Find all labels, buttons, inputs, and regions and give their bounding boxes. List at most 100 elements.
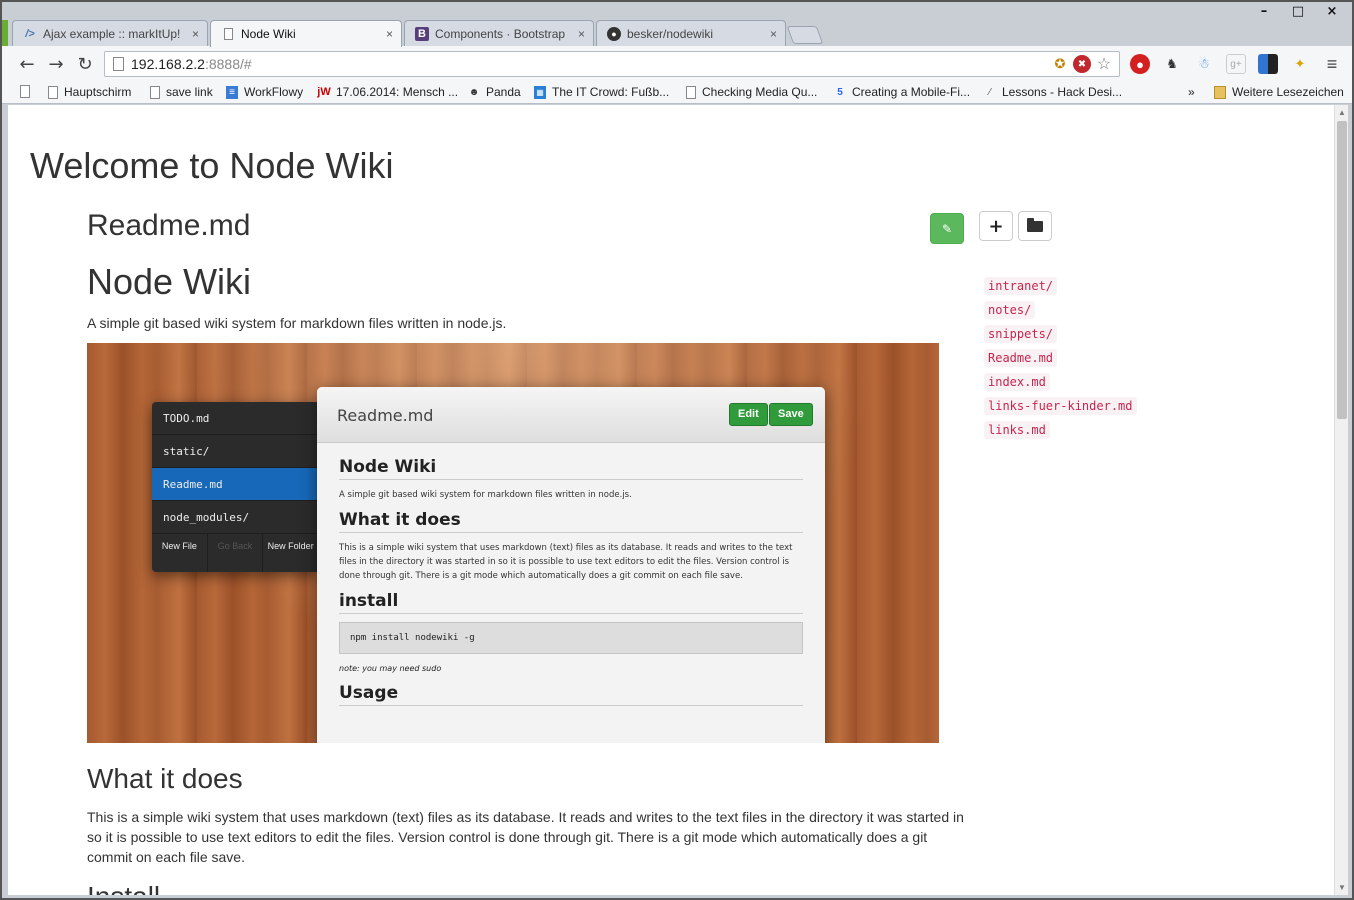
tab-node-wiki[interactable]: Node Wiki × [210, 20, 402, 47]
file-list: intranet/ notes/ snippets/ Readme.md ind… [984, 277, 1137, 445]
bookmark-item[interactable]: save link [150, 85, 213, 99]
forward-button[interactable]: → [45, 54, 67, 75]
menu-icon[interactable]: ≡ [1322, 54, 1342, 74]
bookmarks-bar: Hauptschirm save link ≡ WorkFlowy jW 17.06… [2, 82, 1352, 104]
screenshot-image: TODO.md static/ Readme.md node_modules/ … [87, 343, 939, 743]
close-tab-icon[interactable]: × [192, 27, 199, 41]
tab-bootstrap[interactable]: B Components · Bootstrap × [404, 20, 594, 46]
screenshot-go-back-button: Go Back [208, 534, 264, 572]
install-heading: Install [87, 881, 160, 895]
bookmark-item[interactable]: ⁄ Lessons - Hack Desi... [984, 85, 1122, 99]
other-bookmarks-folder[interactable]: Weitere Lesezeichen [1214, 85, 1344, 99]
screenshot-sidebar: TODO.md static/ Readme.md node_modules/ … [152, 402, 318, 572]
minimize-button[interactable]: – [1256, 4, 1272, 19]
page-icon [20, 85, 30, 98]
close-tab-icon[interactable]: × [386, 27, 393, 41]
close-tab-icon[interactable]: × [578, 27, 585, 41]
edit-icon: ✎ [941, 221, 953, 236]
scrollbar-thumb[interactable] [1337, 121, 1347, 419]
screenshot-file-item: TODO.md [152, 402, 318, 435]
close-tab-icon[interactable]: × [770, 27, 777, 41]
screenshot-file-item: Readme.md [152, 468, 318, 501]
evernote-icon[interactable]: ♞ [1162, 54, 1182, 74]
adblock-icon[interactable]: ✖ [1073, 55, 1091, 73]
delicious-icon[interactable] [1258, 54, 1278, 74]
bookmark-item[interactable]: ▦ The IT Crowd: Fußb... [534, 85, 669, 99]
rss-extension-icon[interactable]: ✦ [1290, 54, 1310, 74]
tab-label: besker/nodewiki [627, 26, 714, 41]
screenshot-heading: Node Wiki [339, 457, 803, 480]
scroll-up-icon[interactable]: ▲ [1338, 108, 1346, 117]
apps-bookmark[interactable] [20, 85, 36, 98]
hack-design-icon: ⁄ [989, 86, 991, 98]
bookmark-item[interactable]: ☻ Panda [468, 85, 521, 99]
tab-strip: /> Ajax example :: markItUp! × Node Wiki… [8, 20, 1348, 47]
screenshot-title: Readme.md [337, 406, 434, 425]
bookmark-item[interactable]: 5 Creating a Mobile-Fi... [834, 85, 970, 99]
maximize-button[interactable]: □ [1290, 4, 1306, 19]
file-link[interactable]: links.md [984, 421, 1050, 439]
new-tab-button[interactable] [786, 26, 824, 44]
jw-icon: jW [317, 86, 331, 98]
file-link[interactable]: snippets/ [984, 325, 1058, 343]
open-folder-button[interactable] [1018, 211, 1052, 241]
readme-intro: A simple git based wiki system for markd… [87, 315, 507, 331]
markitup-icon: /> [25, 27, 35, 40]
bookmark-item[interactable]: Checking Media Qu... [686, 85, 817, 99]
screenshot-paragraph: A simple git based wiki system for markd… [339, 490, 632, 500]
screenshot-file-item: node_modules/ [152, 501, 318, 534]
file-link[interactable]: index.md [984, 373, 1050, 391]
bootstrap-icon: B [415, 26, 429, 41]
page-icon [48, 85, 58, 99]
tab-label: Ajax example :: markItUp! [43, 26, 181, 41]
edit-button[interactable]: ✎ [930, 213, 964, 244]
screenshot-code: npm install nodewiki -g [339, 622, 803, 654]
blocked-content-icon[interactable]: ✪ [1051, 55, 1069, 73]
url-text: 192.168.2.2:8888/# [131, 56, 252, 72]
bookmark-star-icon[interactable]: ☆ [1095, 55, 1113, 73]
back-button[interactable]: ← [16, 54, 38, 75]
file-link[interactable]: intranet/ [984, 277, 1058, 295]
page-icon [221, 27, 235, 41]
vertical-scrollbar[interactable]: ▲ ▼ [1334, 105, 1348, 895]
bookmark-item[interactable]: Hauptschirm [48, 85, 131, 99]
bookmark-item[interactable]: jW 17.06.2014: Mensch ... [317, 85, 458, 99]
github-icon: ● [607, 26, 621, 41]
screenshot-edit-button: Edit [729, 403, 768, 426]
page-icon [686, 85, 696, 99]
file-link[interactable]: links-fuer-kinder.md [984, 397, 1137, 415]
screenshot-heading: What it does [339, 510, 803, 533]
page-title: Welcome to Node Wiki [30, 145, 394, 186]
tab-label: Components · Bootstrap [435, 26, 566, 41]
screenshot-file-item: static/ [152, 435, 318, 468]
scroll-down-icon[interactable]: ▼ [1338, 883, 1346, 892]
page-viewport: Welcome to Node Wiki Readme.md ✎ + Node … [8, 105, 1334, 895]
folder-icon [1214, 85, 1226, 99]
tab-github[interactable]: ● besker/nodewiki × [596, 20, 786, 46]
close-window-button[interactable]: × [1324, 4, 1340, 19]
screenshot-heading: Usage [339, 683, 803, 706]
google-plus-icon[interactable]: g+ [1226, 54, 1246, 74]
screenshot-main-panel: Readme.md Edit Save Node Wiki A simple g… [317, 387, 825, 743]
ghostery-icon[interactable]: ☃ [1194, 54, 1214, 74]
panda-icon: ☻ [468, 86, 480, 98]
readme-heading: Node Wiki [87, 261, 252, 302]
more-bookmarks-button[interactable]: » [1188, 85, 1195, 99]
file-link[interactable]: Readme.md [984, 349, 1058, 367]
file-link[interactable]: notes/ [984, 301, 1036, 319]
what-it-does-heading: What it does [87, 763, 243, 794]
window-controls: – □ × [1256, 4, 1340, 19]
omnibox-icons: ✪ ✖ ☆ [1051, 55, 1113, 73]
screenshot-paragraph: This is a simple wiki system that uses m… [339, 543, 793, 581]
html5-icon: 5 [837, 86, 843, 98]
reload-button[interactable]: ↻ [74, 54, 96, 75]
tab-markitup[interactable]: /> Ajax example :: markItUp! × [12, 20, 208, 46]
address-bar[interactable]: 192.168.2.2:8888/# ✪ ✖ ☆ [104, 51, 1120, 77]
bookmark-item[interactable]: ≡ WorkFlowy [226, 85, 303, 99]
folder-open-icon [1027, 217, 1043, 232]
add-file-button[interactable]: + [979, 211, 1013, 241]
toolbar: ← → ↻ 192.168.2.2:8888/# ✪ ✖ ☆ ● ♞ ☃ g+ … [2, 46, 1352, 82]
stop-extension-icon[interactable]: ● [1130, 54, 1150, 74]
file-title: Readme.md [87, 209, 251, 242]
screenshot-save-button: Save [769, 403, 813, 426]
